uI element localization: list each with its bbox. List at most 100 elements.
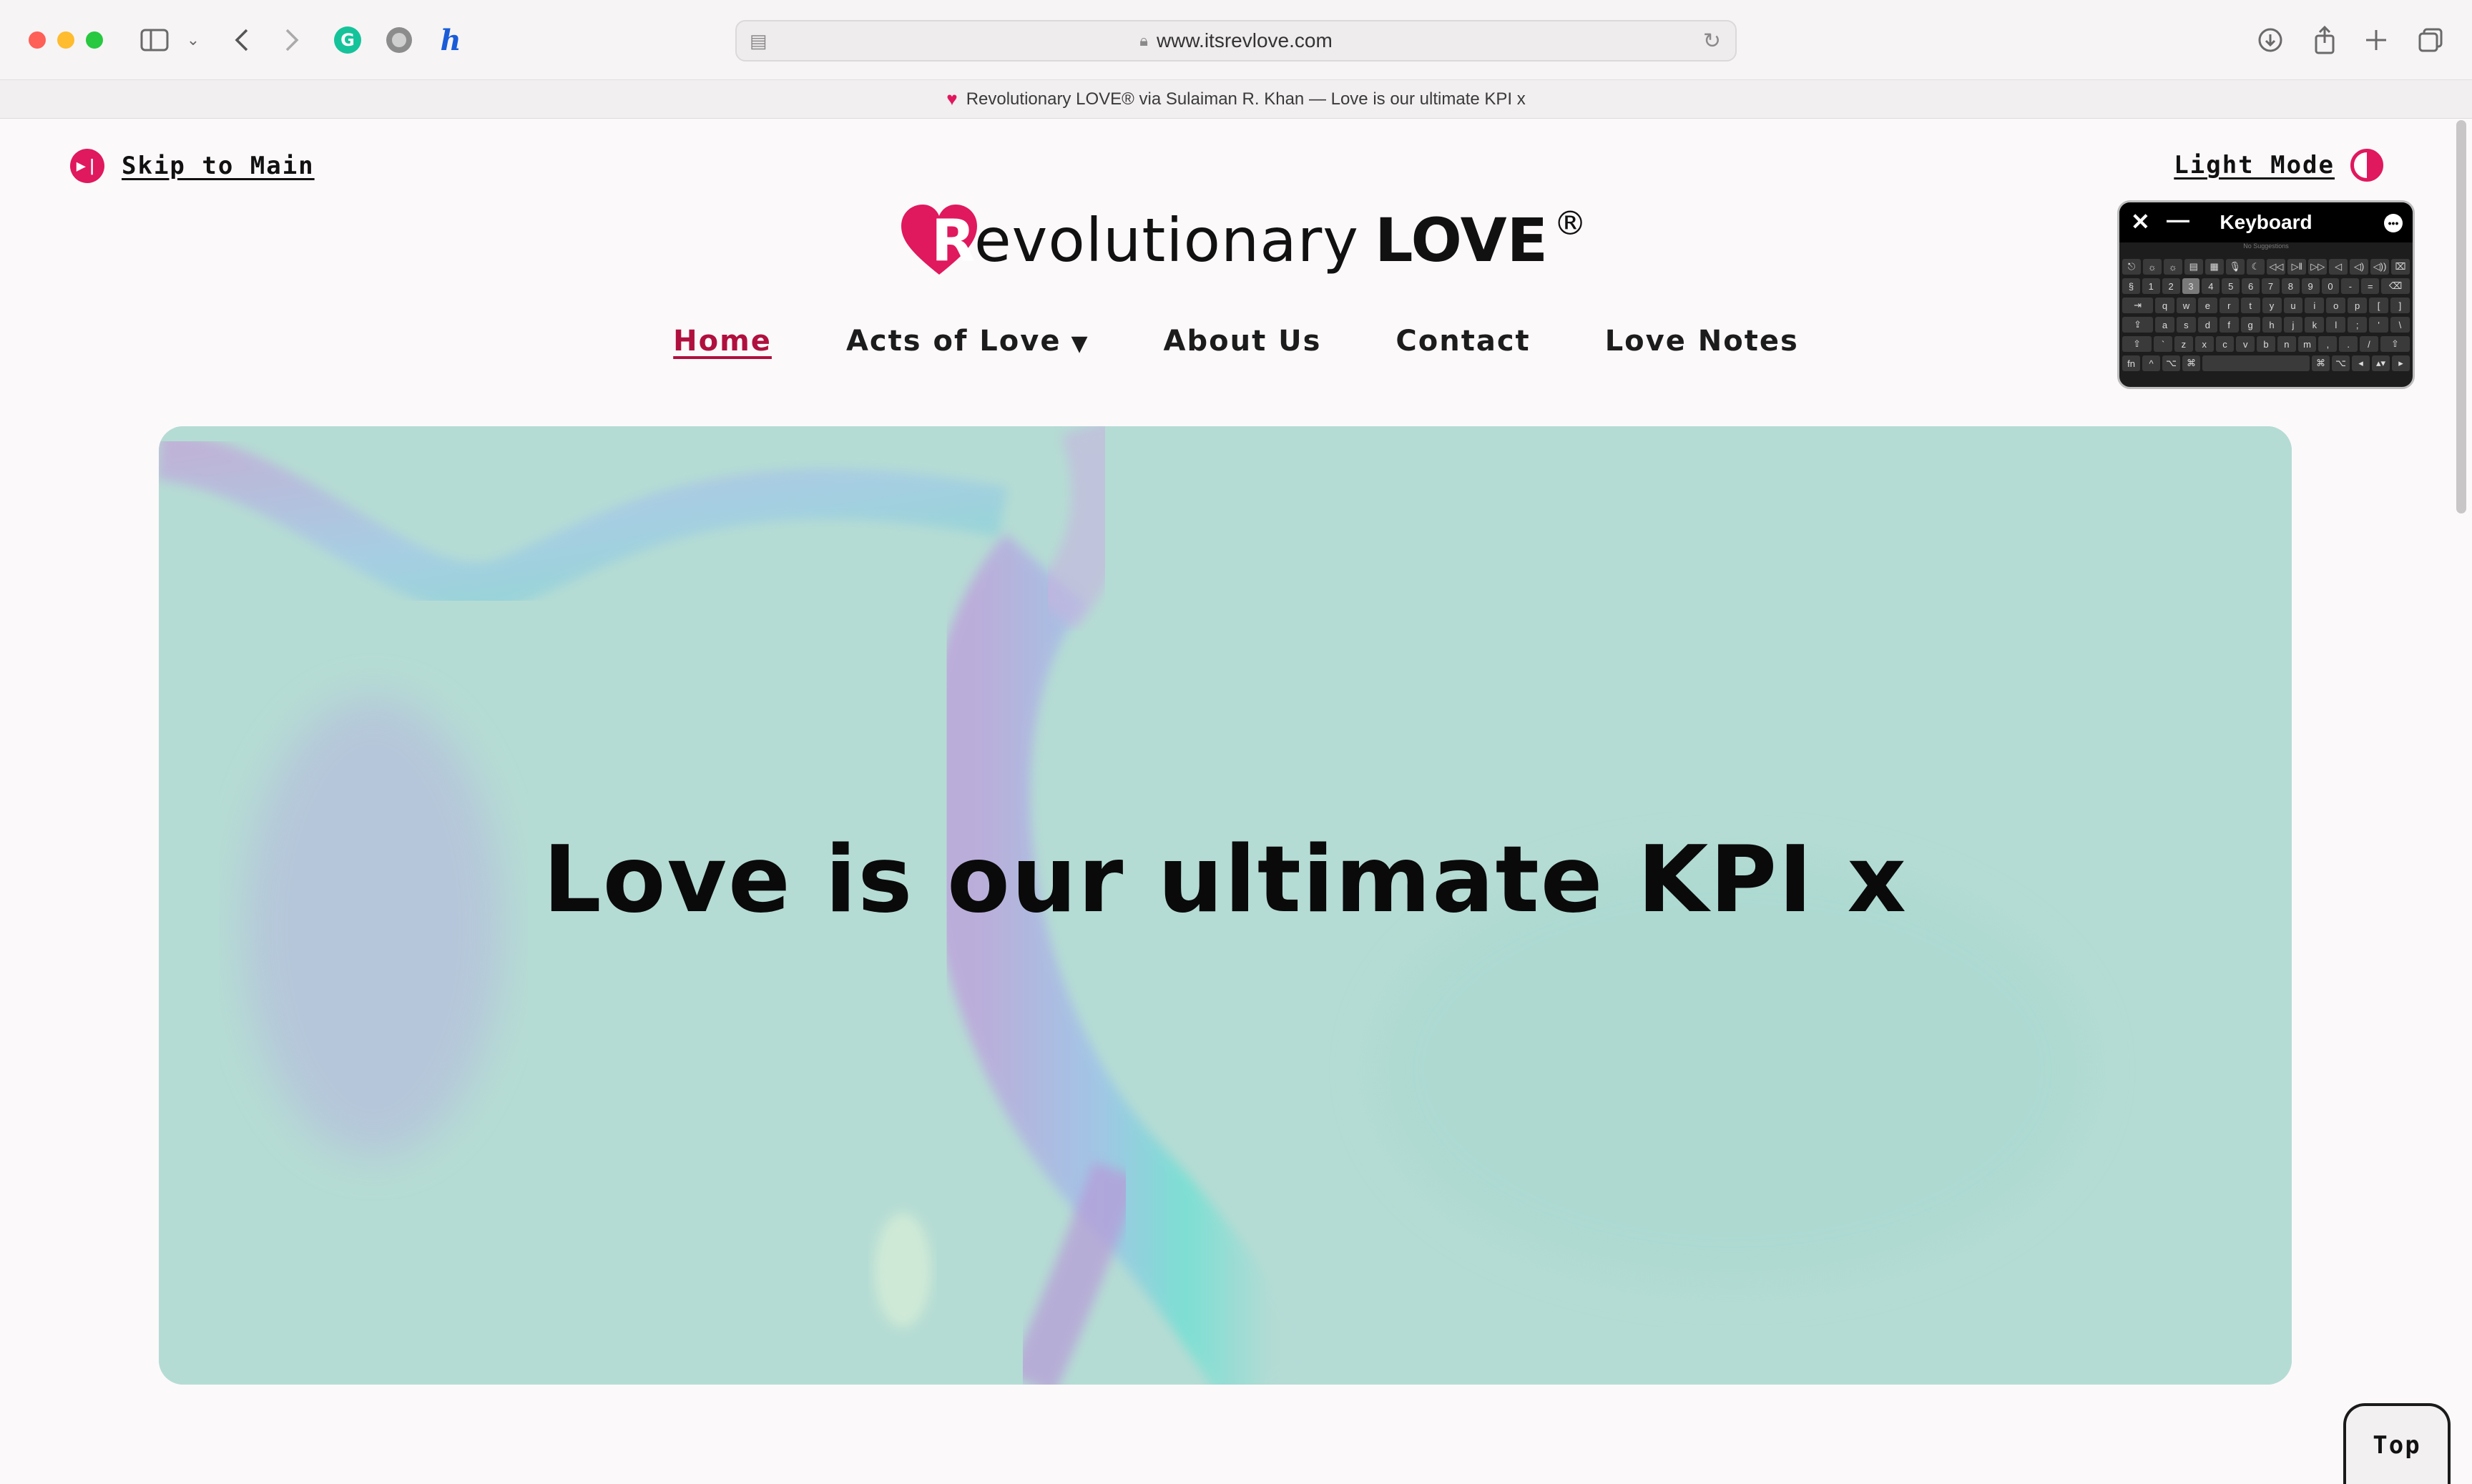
keyboard-key[interactable]: g [2240,317,2260,333]
keyboard-key[interactable]: , [2318,336,2338,352]
keyboard-key[interactable]: ^ [2142,355,2160,371]
keyboard-viewer[interactable]: ✕ — Keyboard ••• No Suggestions ⎋ ☼ ☼ ▤ ▦ 🎙 ☾ ◁… [2117,200,2415,389]
keyboard-key[interactable]: / [2360,336,2378,352]
keyboard-key[interactable]: ⇧ [2380,336,2410,352]
close-icon[interactable]: ✕ [2131,208,2150,235]
new-tab-icon[interactable] [2359,21,2393,59]
keyboard-key[interactable]: u [2283,298,2303,313]
keyboard-key[interactable]: y [2262,298,2282,313]
keyboard-key[interactable]: ☼ [2163,259,2182,275]
back-to-top-button[interactable]: Top [2343,1403,2451,1484]
keyboard-key[interactable]: f [2219,317,2239,333]
keyboard-key[interactable]: 6 [2242,278,2260,294]
keyboard-key[interactable]: ⇧ [2122,336,2152,352]
keyboard-key[interactable]: h [2262,317,2282,333]
keyboard-key[interactable]: q [2155,298,2174,313]
site-logo[interactable]: R evolutionary LOVE ® [900,204,1586,276]
globe-icon[interactable] [382,21,416,59]
skip-to-main-link[interactable]: ▶︎| Skip to Main [70,149,315,183]
keyboard-key[interactable]: l [2326,317,2346,333]
keyboard-key[interactable]: r [2219,298,2239,313]
keyboard-key[interactable]: ; [2348,317,2368,333]
forward-icon[interactable] [278,21,306,59]
keyboard-key[interactable]: ⌘ [2312,355,2330,371]
address-bar[interactable]: ▤ 🔒︎ www.itsrevlove.com ↻ [735,20,1737,62]
keyboard-key[interactable]: § [2122,278,2140,294]
nav-love-notes[interactable]: Love Notes [1605,320,1799,362]
zoom-window-button[interactable] [86,31,103,49]
share-icon[interactable] [2307,21,2342,59]
keyboard-key[interactable]: b [2257,336,2275,352]
keyboard-key[interactable]: w [2176,298,2196,313]
keyboard-viewer-header[interactable]: ✕ — Keyboard ••• [2119,202,2413,242]
keyboard-key[interactable]: ⇥ [2122,298,2154,313]
keyboard-key[interactable]: ◁ [2329,259,2348,275]
keyboard-key[interactable]: j [2283,317,2303,333]
keyboard-key[interactable]: ' [2369,317,2389,333]
keyboard-key[interactable]: n [2277,336,2296,352]
keyboard-key[interactable]: ⇪ [2122,317,2154,333]
keyboard-key[interactable]: 🎙 [2225,259,2245,275]
sidebar-icon[interactable] [137,21,172,59]
keyboard-key[interactable]: ▴▾ [2372,355,2390,371]
keyboard-key[interactable]: d [2197,317,2217,333]
keyboard-key[interactable]: ▷▷ [2308,259,2328,275]
keyboard-key[interactable] [2202,355,2310,371]
nav-about-us[interactable]: About Us [1164,320,1322,362]
download-icon[interactable] [2253,21,2287,59]
keyboard-key[interactable]: = [2361,278,2380,294]
keyboard-key[interactable]: 5 [2222,278,2240,294]
keyboard-key[interactable]: i [2305,298,2325,313]
keyboard-key[interactable]: ⌘ [2182,355,2200,371]
keyboard-key[interactable]: 9 [2301,278,2320,294]
keyboard-key[interactable]: \ [2390,317,2410,333]
keyboard-key[interactable]: ▷‖ [2287,259,2307,275]
minimize-window-button[interactable] [57,31,74,49]
keyboard-key[interactable]: p [2348,298,2368,313]
keyboard-key[interactable]: ⌧ [2390,259,2410,275]
keyboard-key[interactable]: ] [2390,298,2410,313]
keyboard-key[interactable]: ⌫ [2381,278,2410,294]
keyboard-key[interactable]: ◁)) [2370,259,2389,275]
more-options-icon[interactable]: ••• [2384,214,2403,232]
keyboard-key[interactable]: ◂ [2352,355,2370,371]
tab-bar[interactable]: ♥ Revolutionary LOVE® via Sulaiman R. Kh… [0,80,2472,119]
keyboard-key[interactable]: o [2326,298,2346,313]
minimize-icon[interactable]: — [2167,207,2189,233]
keyboard-key[interactable]: v [2236,336,2255,352]
reader-icon[interactable]: ▤ [750,30,767,52]
close-window-button[interactable] [29,31,46,49]
keyboard-key[interactable]: s [2176,317,2196,333]
keyboard-key[interactable]: 0 [2321,278,2340,294]
page-scrollbar[interactable] [2456,120,2466,513]
back-icon[interactable] [227,21,256,59]
keyboard-key[interactable]: z [2174,336,2193,352]
keyboard-key[interactable]: k [2305,317,2325,333]
keyboard-key[interactable]: 4 [2202,278,2220,294]
keyboard-key[interactable]: ▦ [2204,259,2224,275]
keyboard-key[interactable]: ◁) [2350,259,2369,275]
tab-overview-icon[interactable] [2413,21,2448,59]
keyboard-key[interactable]: 2 [2162,278,2180,294]
keyboard-key[interactable]: ☾ [2246,259,2265,275]
keyboard-key[interactable]: [ [2369,298,2389,313]
keyboard-key[interactable]: t [2240,298,2260,313]
keyboard-key[interactable]: 7 [2262,278,2280,294]
nav-contact[interactable]: Contact [1396,320,1530,362]
reload-icon[interactable]: ↻ [1703,29,1721,54]
keyboard-key[interactable]: - [2341,278,2360,294]
keyboard-key[interactable]: ☼ [2142,259,2162,275]
keyboard-key[interactable]: c [2215,336,2235,352]
keyboard-key[interactable]: ▤ [2184,259,2203,275]
keyboard-key[interactable]: ⎋ [2122,259,2141,275]
keyboard-key[interactable]: ⌥ [2332,355,2350,371]
light-mode-toggle[interactable]: Light Mode [2174,149,2383,182]
keyboard-key[interactable]: 8 [2281,278,2300,294]
keyboard-key[interactable]: e [2197,298,2217,313]
keyboard-key[interactable]: ▸ [2392,355,2410,371]
keyboard-key[interactable]: x [2194,336,2214,352]
keyboard-key[interactable]: fn [2122,355,2140,371]
chevron-down-icon[interactable]: ⌄ [183,21,203,59]
honey-icon[interactable]: h [433,21,468,59]
keyboard-key[interactable]: . [2339,336,2358,352]
